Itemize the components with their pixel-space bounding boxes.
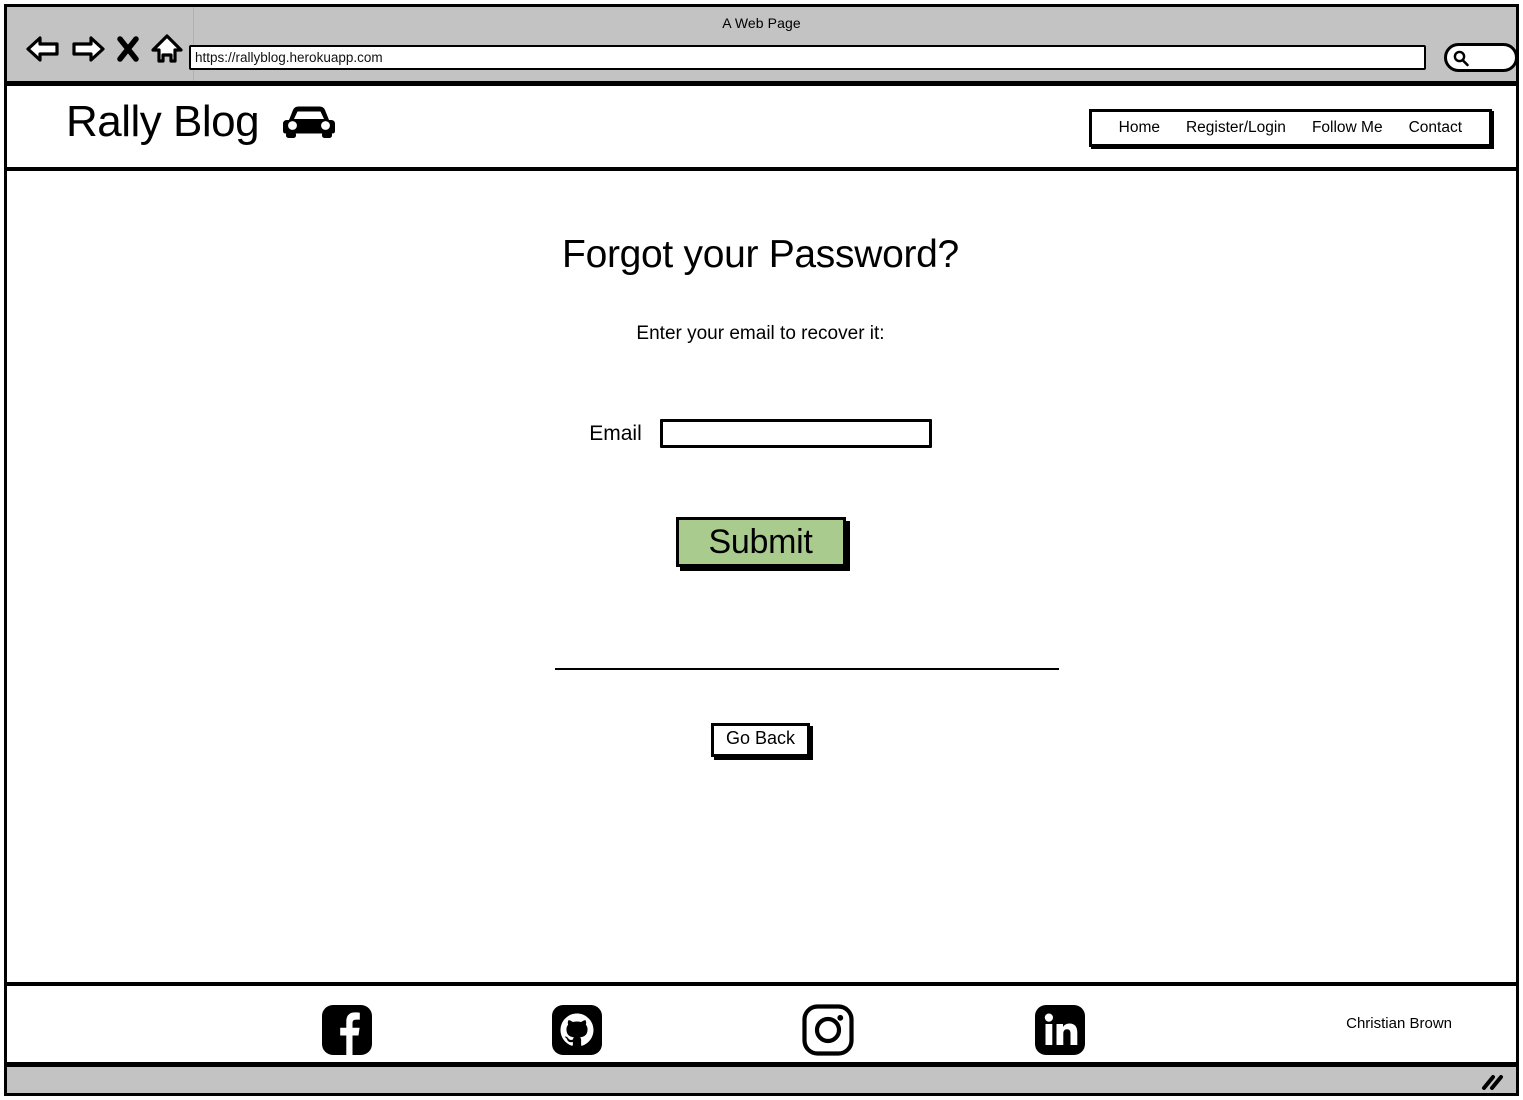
- back-arrow-icon[interactable]: [25, 34, 61, 64]
- facebook-icon[interactable]: [320, 1003, 374, 1057]
- window-title: A Web Page: [722, 15, 801, 31]
- nav-item-register-login[interactable]: Register/Login: [1173, 117, 1299, 139]
- main-content: Forgot your Password? Enter your email t…: [7, 171, 1516, 986]
- instagram-icon[interactable]: [801, 1003, 855, 1057]
- footer-credit: Christian Brown: [1346, 1015, 1452, 1032]
- page-title: Forgot your Password?: [562, 233, 959, 276]
- submit-button-row: Submit: [7, 517, 1514, 567]
- browser-chrome-bar: A Web Page https://rallyblog.herokuapp.c…: [7, 7, 1518, 86]
- site-footer: Christian Brown: [7, 986, 1516, 1062]
- brand-name: Rally Blog: [66, 97, 260, 146]
- page-subtitle: Enter your email to recover it:: [636, 323, 885, 344]
- social-links: [7, 986, 1516, 1062]
- go-back-row: Go Back: [7, 723, 1514, 757]
- email-label: Email: [589, 421, 642, 445]
- browser-window: A Web Page https://rallyblog.herokuapp.c…: [4, 4, 1519, 1096]
- nav-item-home[interactable]: Home: [1106, 117, 1173, 139]
- search-icon: [1452, 49, 1470, 67]
- browser-search-box[interactable]: [1444, 43, 1518, 72]
- section-divider: [555, 668, 1059, 670]
- brand-logo[interactable]: Rally Blog: [66, 100, 339, 144]
- site-navigation: Home Register/Login Follow Me Contact: [1088, 109, 1492, 147]
- github-icon[interactable]: [550, 1003, 604, 1057]
- email-field-row: Email: [7, 419, 1514, 448]
- close-x-icon[interactable]: [115, 34, 141, 64]
- home-icon[interactable]: [150, 33, 184, 65]
- url-bar[interactable]: https://rallyblog.herokuapp.com: [189, 45, 1426, 70]
- nav-item-follow-me[interactable]: Follow Me: [1299, 117, 1396, 139]
- nav-item-contact[interactable]: Contact: [1396, 117, 1475, 139]
- email-input[interactable]: [659, 419, 932, 448]
- go-back-button[interactable]: Go Back: [710, 723, 811, 757]
- browser-nav-icons: [25, 33, 184, 65]
- site-header: Rally Blog Home Register/Login Follow Me…: [7, 86, 1516, 171]
- screenshot-root: A Web Page https://rallyblog.herokuapp.c…: [0, 0, 1523, 1100]
- page-viewport: Rally Blog Home Register/Login Follow Me…: [7, 86, 1516, 1062]
- linkedin-icon[interactable]: [1033, 1003, 1087, 1057]
- car-icon: [279, 102, 339, 142]
- resize-grip-icon[interactable]: [1478, 1072, 1506, 1092]
- browser-status-bar: [7, 1062, 1516, 1093]
- url-text: https://rallyblog.herokuapp.com: [195, 50, 383, 65]
- submit-button[interactable]: Submit: [675, 517, 846, 567]
- forward-arrow-icon[interactable]: [70, 34, 106, 64]
